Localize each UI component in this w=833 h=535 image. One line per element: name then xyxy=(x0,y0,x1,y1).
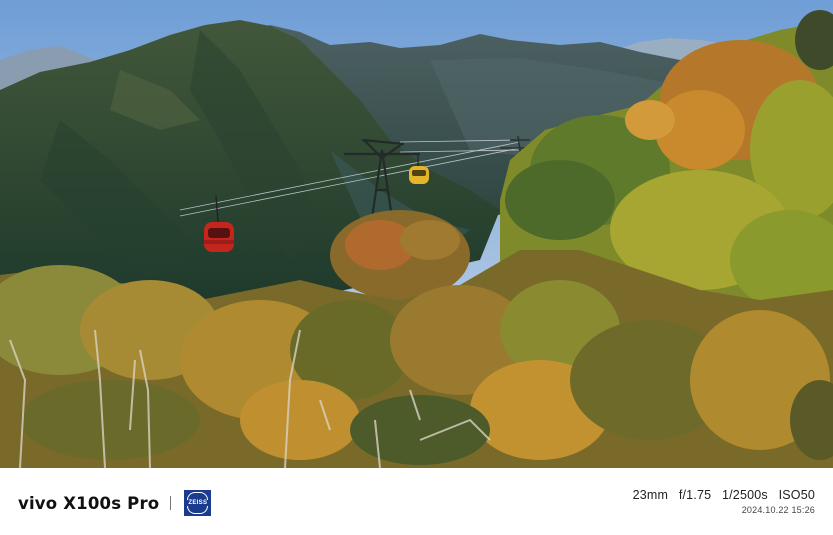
separator xyxy=(170,496,172,510)
iso: ISO50 xyxy=(778,488,815,502)
device-name: vivo X100s Pro xyxy=(18,493,160,513)
landscape-photo xyxy=(0,0,833,468)
exif-line: 23mm f/1.75 1/2500s ISO50 xyxy=(633,488,815,502)
zeiss-logo: ZEISS xyxy=(184,490,212,516)
camera-watermark-bar: vivo X100s Pro ZEISS 23mm f/1.75 1/2500s… xyxy=(0,468,833,535)
exif-params: 23mm f/1.75 1/2500s ISO50 2024.10.22 15:… xyxy=(633,488,815,515)
shutter-speed: 1/2500s xyxy=(721,488,768,502)
focal-length: 23mm xyxy=(632,488,669,502)
aperture: f/1.75 xyxy=(678,488,712,502)
brand-group: vivo X100s Pro ZEISS xyxy=(18,490,212,516)
capture-datetime: 2024.10.22 15:26 xyxy=(741,505,815,515)
